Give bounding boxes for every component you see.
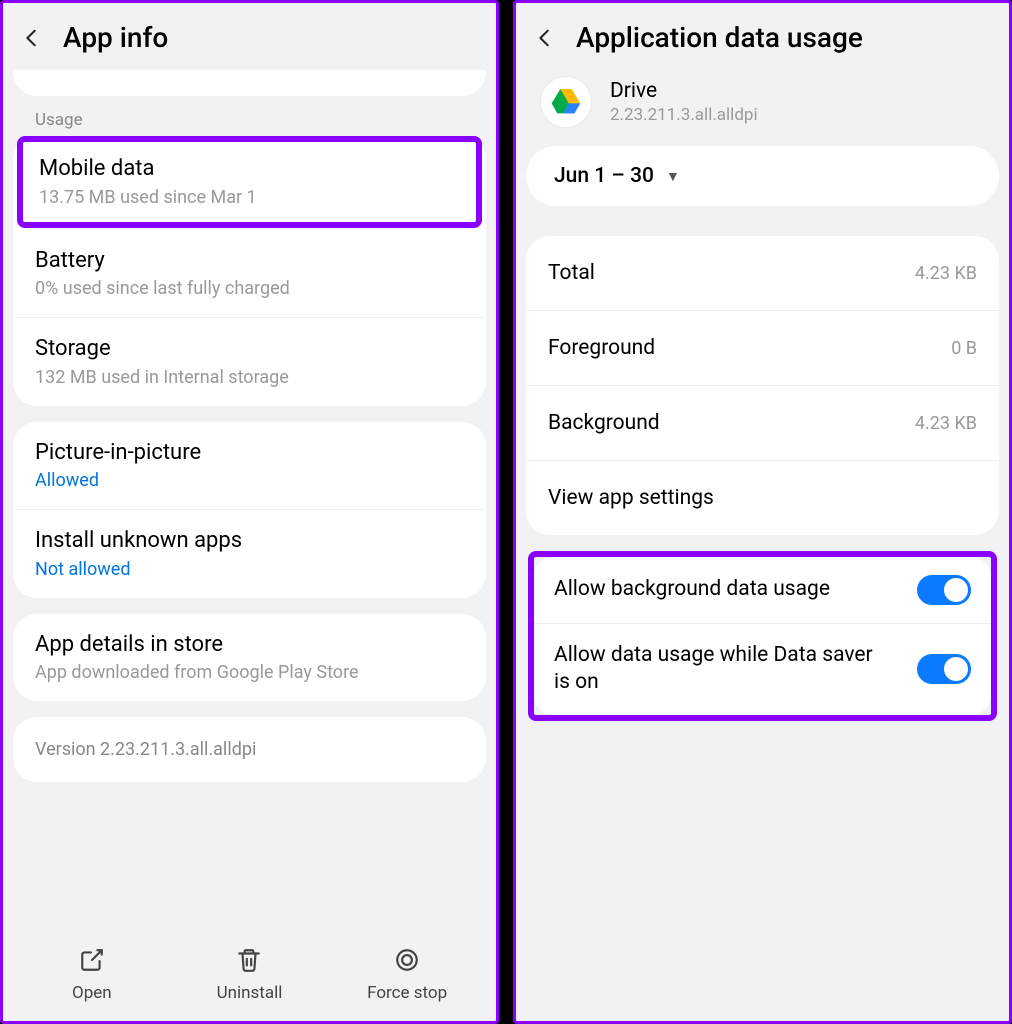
app-text: Drive 2.23.211.3.all.alldpi [610,79,758,125]
total-label: Total [548,261,595,285]
row-mobile-data[interactable]: Mobile data 13.75 MB used since Mar 1 [23,142,476,222]
row-view-settings[interactable]: View app settings [526,460,999,535]
bg-toggle-label: Allow background data usage [554,576,830,603]
toggles-card: Allow background data usage Allow data u… [534,557,991,715]
content: Usage Mobile data 13.75 MB used since Ma… [3,70,496,933]
mobile-data-title: Mobile data [39,155,460,183]
page-title: Application data usage [576,21,863,54]
pip-sub: Allowed [35,470,464,491]
forcestop-label: Force stop [367,983,447,1003]
back-icon[interactable] [21,27,43,49]
bg-value: 4.23 KB [915,413,977,434]
version-text: Version 2.23.211.3.all.alldpi [35,739,464,760]
bg-label: Background [548,411,660,435]
permissions-card: Picture-in-picture Allowed Install unkno… [13,422,486,598]
header: Application data usage [516,3,1009,70]
app-version: 2.23.211.3.all.alldpi [610,105,758,125]
view-settings-label: View app settings [548,486,714,510]
row-battery[interactable]: Battery 0% used since last fully charged [13,230,486,318]
open-label: Open [72,983,112,1003]
date-range-selector[interactable]: Jun 1 – 30 ▼ [526,146,999,206]
header: App info [3,3,496,70]
total-value: 4.23 KB [915,263,977,284]
force-stop-button[interactable]: Force stop [347,947,467,1003]
row-foreground: Foreground 0 B [526,310,999,385]
fg-label: Foreground [548,336,655,360]
details-sub: App downloaded from Google Play Store [35,662,464,683]
highlight-toggles: Allow background data usage Allow data u… [528,551,997,721]
app-name: Drive [610,79,758,103]
row-allow-bg-data[interactable]: Allow background data usage [534,557,991,623]
row-total: Total 4.23 KB [526,236,999,310]
content: Jun 1 – 30 ▼ Total 4.23 KB Foreground 0 … [516,146,1009,1021]
uninstall-button[interactable]: Uninstall [189,947,309,1003]
row-app-details[interactable]: App details in store App downloaded from… [13,614,486,702]
unknown-title: Install unknown apps [35,527,464,555]
stop-icon [394,947,420,977]
trash-icon [236,947,262,977]
open-icon [79,947,105,977]
app-identity: Drive 2.23.211.3.all.alldpi [516,70,1009,146]
storage-title: Storage [35,335,464,363]
back-icon[interactable] [534,27,556,49]
saver-toggle-label: Allow data usage while Data saver is on [554,642,874,697]
mobile-data-sub: 13.75 MB used since Mar 1 [39,187,460,208]
storage-sub: 132 MB used in Internal storage [35,367,464,388]
usage-section-label: Usage [13,102,486,140]
screen-app-info: App info Usage Mobile data 13.75 MB used… [0,0,499,1024]
screens-divider [499,0,513,1024]
uninstall-label: Uninstall [217,983,283,1003]
highlight-mobile-data: Mobile data 13.75 MB used since Mar 1 [17,136,482,228]
fg-value: 0 B [951,338,977,359]
stats-card: Total 4.23 KB Foreground 0 B Background … [526,236,999,535]
battery-title: Battery [35,247,464,275]
unknown-sub: Not allowed [35,559,464,580]
row-pip[interactable]: Picture-in-picture Allowed [13,422,486,510]
row-allow-data-saver[interactable]: Allow data usage while Data saver is on [534,623,991,715]
bottom-action-bar: Open Uninstall Force stop [3,933,496,1021]
battery-sub: 0% used since last fully charged [35,278,464,299]
usage-card: Mobile data 13.75 MB used since Mar 1 Ba… [13,136,486,406]
open-button[interactable]: Open [32,947,152,1003]
chevron-down-icon: ▼ [666,168,680,185]
saver-toggle-switch[interactable] [917,654,971,684]
row-background: Background 4.23 KB [526,385,999,460]
bg-toggle-switch[interactable] [917,575,971,605]
drive-app-icon [540,76,592,128]
page-title: App info [63,21,168,54]
previous-card-tail [13,70,486,96]
row-storage[interactable]: Storage 132 MB used in Internal storage [15,317,484,406]
screen-data-usage: Application data usage Drive 2.23.211.3.… [513,0,1012,1024]
version-card: Version 2.23.211.3.all.alldpi [13,717,486,782]
row-unknown-apps[interactable]: Install unknown apps Not allowed [15,509,484,598]
pip-title: Picture-in-picture [35,439,464,467]
store-card: App details in store App downloaded from… [13,614,486,702]
date-range-text: Jun 1 – 30 [554,164,654,188]
details-title: App details in store [35,631,464,659]
